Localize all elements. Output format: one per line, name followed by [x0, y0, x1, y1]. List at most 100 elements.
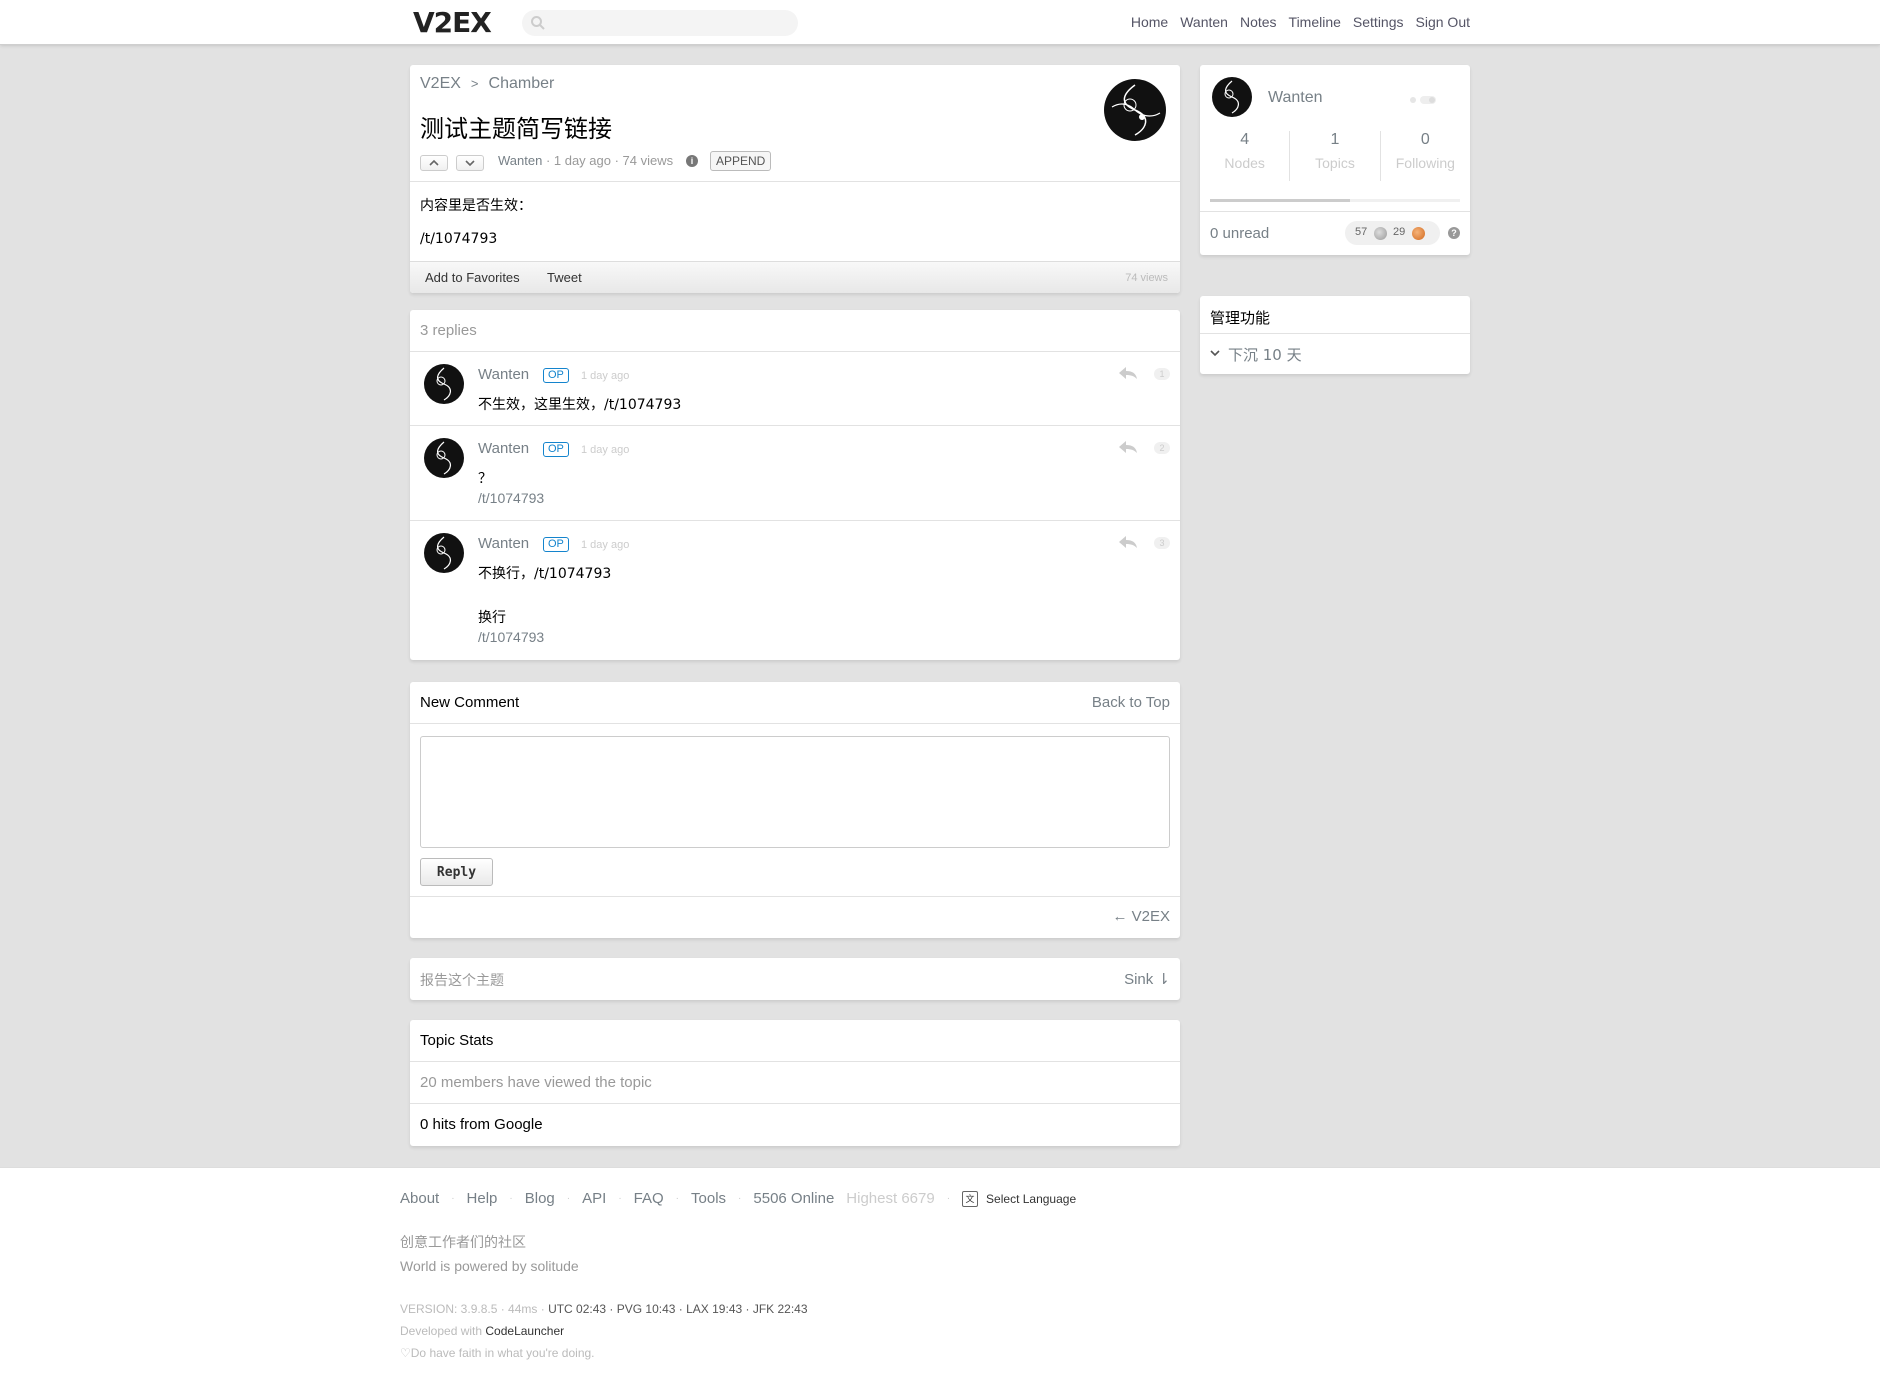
topic-stats-header: Topic Stats: [410, 1020, 1180, 1062]
topic-toolbar: Add to Favorites Tweet 74 views: [410, 261, 1180, 293]
search-input[interactable]: [522, 10, 798, 36]
op-badge: OP: [543, 537, 569, 552]
developed-with: Developed with: [400, 1324, 486, 1338]
balance-badge[interactable]: 57 29: [1345, 221, 1440, 245]
world-clock: UTC 02:43 · PVG 10:43 · LAX 19:43 · JFK …: [548, 1302, 808, 1316]
nav-home[interactable]: Home: [1131, 14, 1168, 30]
reply-author[interactable]: Wanten: [478, 366, 529, 383]
codelauncher-link[interactable]: CodeLauncher: [485, 1324, 564, 1338]
footer-help[interactable]: Help: [467, 1190, 498, 1207]
nav-settings[interactable]: Settings: [1353, 14, 1404, 30]
footer-faq[interactable]: FAQ: [634, 1190, 664, 1207]
topic-author[interactable]: Wanten: [498, 153, 542, 168]
footer-links: About · Help · Blog · API · FAQ · Tools · 5506…: [400, 1190, 1077, 1207]
highest-online: Highest 6679: [846, 1190, 935, 1207]
breadcrumb-node[interactable]: Chamber: [489, 75, 555, 92]
tweet-link[interactable]: Tweet: [547, 270, 582, 285]
nav-sign-out[interactable]: Sign Out: [1416, 14, 1470, 30]
silver-coin-icon: [1374, 227, 1387, 240]
back-to-top-link[interactable]: Back to Top: [1092, 694, 1170, 711]
top-navbar: V2EX Home Wanten Notes Timeline Settings…: [0, 0, 1880, 45]
stat-nodes-count: 4: [1240, 131, 1250, 148]
reply-button[interactable]: Reply: [420, 858, 493, 886]
admin-panel: 管理功能 下沉 10 天: [1200, 296, 1470, 374]
topic-meta-info: · 1 day ago · 74 views: [542, 153, 674, 168]
footer-tools[interactable]: Tools: [691, 1190, 726, 1207]
top-nav: Home Wanten Notes Timeline Settings Sign…: [1131, 14, 1470, 30]
stat-nodes[interactable]: 4 Nodes: [1200, 131, 1289, 181]
page-footer: About · Help · Blog · API · FAQ · Tools · 5506…: [0, 1167, 1880, 1383]
author-avatar[interactable]: [1104, 79, 1166, 141]
topic-stats-google: 0 hits from Google: [410, 1104, 1180, 1146]
admin-title: 管理功能: [1210, 309, 1271, 327]
theme-toggle-icon[interactable]: [1408, 95, 1448, 105]
report-topic-link[interactable]: 报告这个主题: [420, 970, 504, 990]
footer-about[interactable]: About: [400, 1190, 439, 1207]
reply-text: ？: [478, 471, 492, 487]
footer-version: VERSION: 3.9.8.5 · 44ms · UTC 02:43 · PV…: [400, 1302, 808, 1316]
topic-content-link: /t/1074793: [420, 231, 498, 247]
reply-time: 1 day ago: [581, 370, 630, 382]
back-to-v2ex-link[interactable]: ← V2EX: [1112, 908, 1170, 925]
nav-profile[interactable]: Wanten: [1180, 14, 1228, 30]
reply-topic-link[interactable]: /t/1074793: [478, 629, 544, 645]
search-icon: [531, 16, 545, 30]
admin-header: 管理功能: [1200, 296, 1470, 334]
replies-header: 3 replies: [410, 310, 1180, 352]
user-panel: Wanten 4 Nodes 1 Topics 0 Following 0 un…: [1200, 65, 1470, 255]
topic-content-line-1: 内容里是否生效：: [420, 198, 532, 214]
nav-timeline[interactable]: Timeline: [1289, 14, 1341, 30]
admin-sink-action[interactable]: 下沉 10 天: [1228, 344, 1302, 365]
stat-following[interactable]: 0 Following: [1379, 131, 1470, 181]
footer-faith: ♡Do have faith in what you're doing.: [400, 1346, 595, 1360]
downvote-button[interactable]: [456, 155, 484, 171]
site-logo[interactable]: V2EX: [413, 6, 492, 39]
footer-blog[interactable]: Blog: [525, 1190, 555, 1207]
sink-link[interactable]: Sink ⇂: [1124, 970, 1170, 988]
reply-avatar[interactable]: [424, 533, 464, 573]
stat-topics[interactable]: 1 Topics: [1289, 131, 1379, 181]
footer-api[interactable]: API: [582, 1190, 606, 1207]
comment-textarea[interactable]: [420, 736, 1170, 848]
reply-author[interactable]: Wanten: [478, 535, 529, 552]
online-count: 5506 Online: [753, 1190, 835, 1207]
version-info: VERSION: 3.9.8.5 · 44ms ·: [400, 1302, 549, 1316]
help-icon[interactable]: ?: [1448, 227, 1460, 239]
reply-item: Wanten OP 1 day ago 1 不生效，这里生效，/t/107479…: [410, 352, 1180, 426]
reply-text: 不生效，这里生效，/t/1074793: [478, 397, 682, 413]
reply-text-line-2: 换行: [478, 610, 506, 626]
upvote-button[interactable]: [420, 155, 448, 171]
silver-count: 57: [1355, 226, 1368, 238]
breadcrumb: V2EX > Chamber: [420, 75, 554, 93]
reply-item: Wanten OP 1 day ago 3 不换行，/t/1074793 换行 …: [410, 521, 1180, 659]
admin-sink-row[interactable]: 下沉 10 天: [1200, 334, 1470, 374]
reply-arrow-icon[interactable]: [1118, 366, 1138, 380]
stat-following-label: Following: [1395, 155, 1455, 171]
footer-developer: Developed with CodeLauncher: [400, 1324, 564, 1338]
activity-progress-fill: [1210, 199, 1350, 202]
reply-arrow-icon[interactable]: [1118, 440, 1138, 454]
new-comment-box: New Comment Back to Top Reply ← V2EX: [410, 682, 1180, 938]
reply-author[interactable]: Wanten: [478, 440, 529, 457]
select-language[interactable]: Select Language: [986, 1192, 1076, 1206]
reply-arrow-icon[interactable]: [1118, 535, 1138, 549]
info-icon[interactable]: i: [686, 155, 698, 167]
stat-topics-label: Topics: [1315, 155, 1355, 171]
translate-icon[interactable]: 文: [962, 1190, 979, 1207]
reply-avatar[interactable]: [424, 438, 464, 478]
reply-time: 1 day ago: [581, 444, 630, 456]
stat-following-count: 0: [1420, 131, 1430, 148]
topic-stats-title: Topic Stats: [420, 1032, 494, 1049]
user-stats: 4 Nodes 1 Topics 0 Following: [1200, 131, 1470, 181]
nav-notes[interactable]: Notes: [1240, 14, 1277, 30]
reply-avatar[interactable]: [424, 364, 464, 404]
unread-notifications[interactable]: 0 unread: [1210, 225, 1269, 242]
reply-topic-link[interactable]: /t/1074793: [478, 490, 544, 506]
breadcrumb-root[interactable]: V2EX: [420, 75, 461, 92]
append-button[interactable]: APPEND: [710, 151, 772, 171]
topic-stats-box: Topic Stats 20 members have viewed the t…: [410, 1020, 1180, 1146]
add-favorites-link[interactable]: Add to Favorites: [425, 270, 520, 285]
user-avatar[interactable]: [1212, 77, 1252, 117]
bronze-count: 29: [1393, 226, 1406, 238]
user-name[interactable]: Wanten: [1268, 89, 1323, 107]
